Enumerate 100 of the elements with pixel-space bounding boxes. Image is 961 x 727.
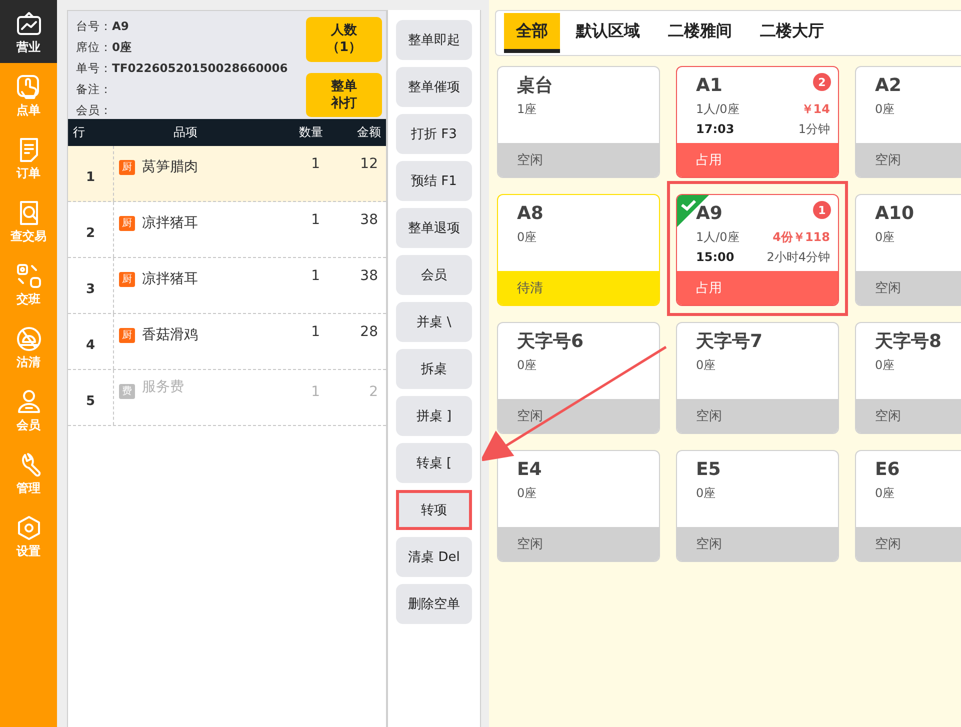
table-name: 天字号8 — [875, 330, 942, 354]
table-card[interactable]: A10 0座 空闲 — [855, 194, 961, 306]
amount: 28 — [359, 323, 379, 342]
item-tag: 费 — [119, 384, 135, 399]
item-tag: 厨 — [119, 216, 135, 231]
table-card[interactable]: A1 2 1人/0座 ￥14 17:03 1分钟 占用 — [676, 66, 839, 178]
row-number: 5 — [84, 393, 96, 409]
swap-icon — [14, 262, 42, 290]
table-name: A1 — [696, 74, 722, 98]
quantity: 1 — [310, 323, 321, 342]
item-tag: 厨 — [119, 160, 135, 175]
amount: 2 — [368, 383, 379, 402]
quantity: 1 — [310, 267, 321, 286]
table-card[interactable]: 天字号8 0座 空闲 — [855, 322, 961, 434]
table-card[interactable]: E4 0座 空闲 — [497, 450, 660, 562]
table-card[interactable]: A8 0座 待清 — [497, 194, 660, 306]
status-bar: 空闲 — [856, 271, 961, 305]
seat-count: 0座 — [517, 229, 537, 246]
status-bar: 空闲 — [498, 527, 659, 561]
table-card[interactable]: 桌台 1座 空闲 — [497, 66, 660, 178]
quantity: 1 — [310, 383, 321, 402]
order-info-line: 台号：A9 — [76, 18, 130, 35]
command-button[interactable]: 转桌 [ — [396, 443, 472, 483]
open-time: 15:00 — [696, 249, 734, 266]
amount: 38 — [359, 267, 379, 286]
status-bar: 空闲 — [856, 527, 961, 561]
row-number: 3 — [84, 281, 96, 297]
command-button[interactable]: 会员 — [396, 255, 472, 295]
command-button[interactable]: 整单即起 — [396, 20, 472, 60]
seat-count: 0座 — [875, 101, 895, 118]
item-tag: 厨 — [119, 328, 135, 343]
seat-count: 0座 — [875, 357, 895, 374]
order-row[interactable]: 1 厨 莴笋腊肉 1 12 — [68, 146, 386, 202]
status-bar: 空闲 — [677, 399, 838, 433]
seat-count: 0座 — [875, 485, 895, 502]
table-card[interactable]: A9 1 1人/0座 4份￥118 15:00 2小时4分钟 占用 — [676, 194, 839, 306]
seat-count: 1人/0座 — [696, 229, 740, 246]
order-row[interactable]: 3 厨 凉拌猪耳 1 38 — [68, 258, 386, 314]
table-card[interactable]: E5 0座 空闲 — [676, 450, 839, 562]
order-info-line: 单号：TF02260520150028660006 — [76, 60, 289, 77]
table-card[interactable]: 天字号6 0座 空闲 — [497, 322, 660, 434]
table-card[interactable]: 天字号7 0座 空闲 — [676, 322, 839, 434]
amount: 12 — [359, 155, 379, 174]
column-header: 品项 — [172, 124, 198, 141]
item-name: 服务费 — [142, 378, 184, 396]
item-tag: 厨 — [119, 272, 135, 287]
seat-count: 0座 — [696, 357, 716, 374]
table-name: E5 — [696, 458, 721, 482]
seat-count: 1座 — [517, 101, 537, 118]
table-name: A2 — [875, 74, 902, 98]
seat-count: 0座 — [696, 485, 716, 502]
command-button[interactable]: 删除空单 — [396, 584, 472, 624]
area-tab[interactable]: 二楼大厅 — [748, 13, 836, 53]
table-name: A10 — [875, 202, 914, 226]
command-button[interactable]: 拼桌 ] — [396, 396, 472, 436]
column-header: 数量 — [298, 124, 324, 141]
command-button[interactable]: 转项 — [396, 490, 472, 530]
command-button[interactable]: 拆桌 — [396, 349, 472, 389]
duration: 1分钟 — [798, 121, 830, 138]
area-tab[interactable]: 默认区域 — [564, 13, 652, 53]
order-row[interactable]: 2 厨 凉拌猪耳 1 38 — [68, 202, 386, 258]
area-tab[interactable]: 二楼雅间 — [656, 13, 744, 53]
item-name: 莴笋腊肉 — [142, 158, 198, 176]
status-bar: 空闲 — [498, 143, 659, 177]
seat-count: 0座 — [875, 229, 895, 246]
order-info-line: 备注： — [76, 81, 113, 98]
count-badge: 1 — [813, 201, 831, 219]
command-button[interactable]: 并桌 \ — [396, 302, 472, 342]
row-number: 1 — [84, 169, 96, 185]
command-button[interactable]: 整单催项 — [396, 67, 472, 107]
table-name: 天字号6 — [517, 330, 584, 354]
order-row[interactable]: 4 厨 香菇滑鸡 1 28 — [68, 314, 386, 370]
area-tab[interactable]: 全部 — [504, 13, 560, 53]
status-bar: 空闲 — [677, 527, 838, 561]
count-badge: 2 — [813, 73, 831, 91]
column-header: 金额 — [356, 124, 382, 141]
sidebar-item[interactable]: 营业 — [0, 0, 57, 63]
seat-count: 1人/0座 — [696, 101, 740, 118]
command-button[interactable]: 整单退项 — [396, 208, 472, 248]
order-info-line: 会员： — [76, 102, 113, 119]
command-button[interactable]: 预结 F1 — [396, 161, 472, 201]
amount: 38 — [359, 211, 379, 230]
table-name: E6 — [875, 458, 900, 482]
seat-count: 0座 — [517, 485, 537, 502]
order-action-button[interactable]: 整单 补打 — [306, 72, 382, 117]
order-price: ￥14 — [801, 101, 830, 118]
table-name: A8 — [517, 202, 544, 226]
order-action-button[interactable]: 人数 （1） — [306, 17, 382, 62]
command-button[interactable]: 清桌 Del — [396, 537, 472, 577]
item-name: 香菇滑鸡 — [142, 326, 198, 344]
item-name: 凉拌猪耳 — [142, 270, 198, 288]
duration: 2小时4分钟 — [766, 249, 830, 266]
table-name: E4 — [517, 458, 542, 482]
table-card[interactable]: A2 0座 空闲 — [855, 66, 961, 178]
status-bar: 占用 — [677, 143, 838, 177]
open-time: 17:03 — [696, 121, 734, 138]
order-price: 4份￥118 — [772, 229, 830, 246]
table-card[interactable]: E6 0座 空闲 — [855, 450, 961, 562]
command-button[interactable]: 打折 F3 — [396, 114, 472, 154]
status-bar: 占用 — [677, 271, 838, 305]
